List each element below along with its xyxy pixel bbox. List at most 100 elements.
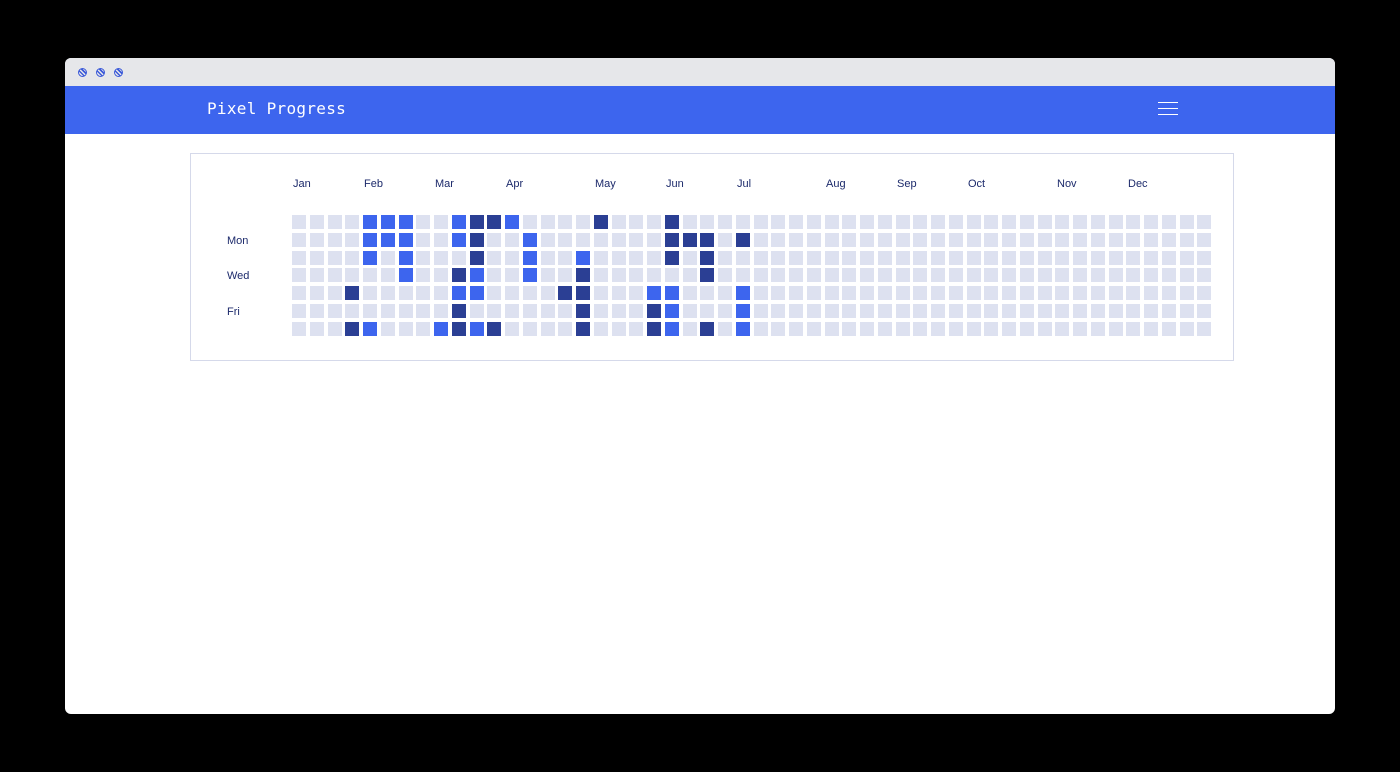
- heatmap-cell[interactable]: [1038, 251, 1052, 265]
- heatmap-cell[interactable]: [1091, 215, 1105, 229]
- heatmap-cell[interactable]: [1055, 304, 1069, 318]
- heatmap-cell[interactable]: [310, 215, 324, 229]
- heatmap-cell[interactable]: [771, 268, 785, 282]
- heatmap-cell[interactable]: [345, 251, 359, 265]
- heatmap-cell[interactable]: [913, 304, 927, 318]
- heatmap-cell[interactable]: [1055, 268, 1069, 282]
- heatmap-cell[interactable]: [984, 304, 998, 318]
- heatmap-cell[interactable]: [1144, 268, 1158, 282]
- heatmap-cell[interactable]: [984, 233, 998, 247]
- heatmap-cell[interactable]: [505, 251, 519, 265]
- heatmap-cell[interactable]: [949, 286, 963, 300]
- heatmap-cell[interactable]: [967, 304, 981, 318]
- heatmap-cell[interactable]: [842, 268, 856, 282]
- window-dot-icon[interactable]: [78, 68, 87, 77]
- heatmap-cell[interactable]: [1180, 322, 1194, 336]
- heatmap-cell[interactable]: [541, 251, 555, 265]
- heatmap-cell[interactable]: [470, 268, 484, 282]
- heatmap-cell[interactable]: [1073, 233, 1087, 247]
- heatmap-cell[interactable]: [1055, 215, 1069, 229]
- heatmap-cell[interactable]: [292, 268, 306, 282]
- heatmap-cell[interactable]: [771, 286, 785, 300]
- heatmap-cell[interactable]: [665, 251, 679, 265]
- heatmap-cell[interactable]: [487, 304, 501, 318]
- heatmap-cell[interactable]: [754, 251, 768, 265]
- heatmap-cell[interactable]: [807, 268, 821, 282]
- heatmap-cell[interactable]: [754, 215, 768, 229]
- heatmap-cell[interactable]: [931, 304, 945, 318]
- heatmap-cell[interactable]: [576, 268, 590, 282]
- heatmap-cell[interactable]: [505, 286, 519, 300]
- heatmap-cell[interactable]: [328, 251, 342, 265]
- heatmap-cell[interactable]: [754, 233, 768, 247]
- heatmap-cell[interactable]: [629, 233, 643, 247]
- heatmap-cell[interactable]: [736, 286, 750, 300]
- heatmap-cell[interactable]: [1144, 215, 1158, 229]
- heatmap-cell[interactable]: [363, 304, 377, 318]
- heatmap-cell[interactable]: [1144, 286, 1158, 300]
- heatmap-cell[interactable]: [754, 268, 768, 282]
- heatmap-cell[interactable]: [878, 304, 892, 318]
- heatmap-cell[interactable]: [470, 322, 484, 336]
- heatmap-cell[interactable]: [736, 268, 750, 282]
- heatmap-cell[interactable]: [1109, 215, 1123, 229]
- heatmap-cell[interactable]: [470, 215, 484, 229]
- heatmap-cell[interactable]: [399, 233, 413, 247]
- heatmap-cell[interactable]: [913, 215, 927, 229]
- heatmap-cell[interactable]: [1020, 215, 1034, 229]
- heatmap-cell[interactable]: [558, 304, 572, 318]
- heatmap-cell[interactable]: [878, 215, 892, 229]
- heatmap-cell[interactable]: [807, 215, 821, 229]
- heatmap-cell[interactable]: [789, 286, 803, 300]
- heatmap-cell[interactable]: [949, 268, 963, 282]
- heatmap-cell[interactable]: [931, 251, 945, 265]
- heatmap-cell[interactable]: [1073, 268, 1087, 282]
- heatmap-cell[interactable]: [345, 286, 359, 300]
- heatmap-cell[interactable]: [1197, 286, 1211, 300]
- heatmap-cell[interactable]: [434, 233, 448, 247]
- heatmap-cell[interactable]: [470, 304, 484, 318]
- heatmap-cell[interactable]: [505, 304, 519, 318]
- heatmap-cell[interactable]: [1126, 233, 1140, 247]
- heatmap-cell[interactable]: [1197, 251, 1211, 265]
- heatmap-cell[interactable]: [470, 251, 484, 265]
- heatmap-cell[interactable]: [381, 268, 395, 282]
- heatmap-cell[interactable]: [825, 268, 839, 282]
- heatmap-cell[interactable]: [984, 268, 998, 282]
- heatmap-cell[interactable]: [754, 322, 768, 336]
- heatmap-cell[interactable]: [328, 322, 342, 336]
- heatmap-cell[interactable]: [629, 251, 643, 265]
- heatmap-cell[interactable]: [452, 304, 466, 318]
- heatmap-cell[interactable]: [416, 286, 430, 300]
- heatmap-cell[interactable]: [505, 322, 519, 336]
- heatmap-cell[interactable]: [576, 251, 590, 265]
- heatmap-cell[interactable]: [381, 251, 395, 265]
- heatmap-cell[interactable]: [1038, 233, 1052, 247]
- heatmap-cell[interactable]: [328, 286, 342, 300]
- heatmap-cell[interactable]: [363, 286, 377, 300]
- heatmap-cell[interactable]: [1162, 286, 1176, 300]
- heatmap-cell[interactable]: [523, 322, 537, 336]
- heatmap-cell[interactable]: [967, 251, 981, 265]
- heatmap-cell[interactable]: [647, 233, 661, 247]
- heatmap-cell[interactable]: [381, 286, 395, 300]
- heatmap-cell[interactable]: [399, 251, 413, 265]
- heatmap-cell[interactable]: [1038, 322, 1052, 336]
- heatmap-cell[interactable]: [931, 286, 945, 300]
- heatmap-cell[interactable]: [1055, 322, 1069, 336]
- heatmap-cell[interactable]: [310, 268, 324, 282]
- heatmap-cell[interactable]: [1180, 251, 1194, 265]
- heatmap-cell[interactable]: [541, 268, 555, 282]
- heatmap-cell[interactable]: [860, 268, 874, 282]
- heatmap-cell[interactable]: [1038, 215, 1052, 229]
- heatmap-cell[interactable]: [825, 304, 839, 318]
- heatmap-cell[interactable]: [523, 251, 537, 265]
- heatmap-cell[interactable]: [736, 215, 750, 229]
- heatmap-cell[interactable]: [1073, 251, 1087, 265]
- heatmap-cell[interactable]: [842, 251, 856, 265]
- heatmap-cell[interactable]: [1002, 286, 1016, 300]
- heatmap-cell[interactable]: [984, 286, 998, 300]
- heatmap-cell[interactable]: [1126, 286, 1140, 300]
- heatmap-cell[interactable]: [1126, 304, 1140, 318]
- hamburger-menu-icon[interactable]: [1156, 99, 1180, 121]
